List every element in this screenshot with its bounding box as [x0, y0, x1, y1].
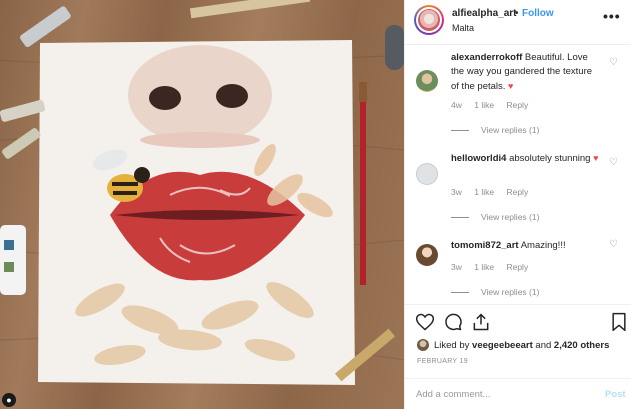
- comment-body: absolutely stunning: [509, 153, 591, 164]
- comment-icon[interactable]: [443, 312, 463, 332]
- post-side-panel: alfiealpha_art • Follow Malta ••• alexan…: [404, 0, 631, 409]
- likes-summary: Liked by veegeebeeart and 2,420 others: [417, 339, 609, 351]
- more-icon[interactable]: •••: [603, 8, 621, 24]
- view-replies-label: View replies (1): [481, 125, 540, 135]
- likes-count-link[interactable]: 2,420 others: [554, 340, 609, 351]
- view-replies-button[interactable]: View replies (1): [451, 287, 539, 297]
- comment-likes[interactable]: 1 like: [474, 262, 494, 272]
- replies-line: [451, 292, 469, 294]
- comment-text: tomomi872_art Amazing!!!: [451, 239, 601, 253]
- painting-illustration: [0, 0, 404, 385]
- post-comment-button[interactable]: Post: [605, 389, 626, 400]
- commenter-avatar[interactable]: [416, 163, 438, 185]
- comment-likes[interactable]: 1 like: [474, 187, 494, 197]
- replies-line: [451, 130, 469, 132]
- replies-line: [451, 217, 469, 219]
- heart-icon[interactable]: [415, 312, 435, 332]
- comment-age: 3w: [451, 187, 462, 197]
- comment-username[interactable]: tomomi872_art: [451, 240, 519, 251]
- post-location[interactable]: Malta: [452, 23, 474, 33]
- reply-button[interactable]: Reply: [506, 262, 528, 272]
- liked-by-and: and: [535, 339, 552, 351]
- liker-avatar[interactable]: [417, 339, 429, 351]
- heart-emoji: ♥: [593, 153, 599, 163]
- like-comment-icon[interactable]: ♡: [609, 157, 618, 168]
- follow-button[interactable]: Follow: [522, 8, 554, 19]
- liked-by-prefix: Liked by: [434, 339, 470, 351]
- comment-username[interactable]: alexanderrokoff: [451, 52, 522, 63]
- view-replies-button[interactable]: View replies (1): [451, 212, 539, 222]
- author-username[interactable]: alfiealpha_art: [452, 8, 516, 19]
- share-icon[interactable]: [471, 312, 491, 332]
- post-date[interactable]: FEBRUARY 19: [417, 358, 468, 365]
- commenter-avatar[interactable]: [416, 244, 438, 266]
- view-replies-label: View replies (1): [481, 287, 540, 297]
- post-header: alfiealpha_art • Follow Malta •••: [405, 0, 631, 45]
- comment-meta: 3w 1 like Reply: [451, 262, 538, 272]
- comment-text: helloworldi4 absolutely stunning ♥: [451, 151, 601, 166]
- bookmark-icon[interactable]: [609, 312, 629, 332]
- view-replies-label: View replies (1): [481, 212, 540, 222]
- liked-by-user[interactable]: veegeebeeart: [472, 340, 533, 351]
- comment-input[interactable]: Add a comment...: [416, 389, 490, 400]
- heart-emoji: ♥: [508, 81, 514, 91]
- comment-meta: 3w 1 like Reply: [451, 187, 538, 197]
- like-comment-icon[interactable]: ♡: [609, 57, 618, 68]
- post-actions: Liked by veegeebeeart and 2,420 others F…: [405, 304, 631, 384]
- comment-likes[interactable]: 1 like: [474, 100, 494, 110]
- view-replies-button[interactable]: View replies (1): [451, 125, 539, 135]
- reply-button[interactable]: Reply: [506, 100, 528, 110]
- separator-dot: •: [515, 8, 519, 19]
- comment-username[interactable]: helloworldi4: [451, 153, 506, 164]
- post-photo[interactable]: ●: [0, 0, 404, 409]
- author-avatar[interactable]: [414, 5, 444, 35]
- comment-age: 4w: [451, 100, 462, 110]
- reply-button[interactable]: Reply: [506, 187, 528, 197]
- comment-age: 3w: [451, 262, 462, 272]
- comment-text: alexanderrokoff Beautiful. Love the way …: [451, 51, 601, 94]
- like-comment-icon[interactable]: ♡: [609, 239, 618, 250]
- commenter-avatar[interactable]: [416, 70, 438, 92]
- user-tag-icon[interactable]: ●: [2, 393, 16, 407]
- comments-list: alexanderrokoff Beautiful. Love the way …: [405, 46, 631, 304]
- add-comment-bar: Add a comment... Post: [405, 378, 631, 409]
- comment-body: Amazing!!!: [520, 240, 566, 251]
- comment-meta: 4w 1 like Reply: [451, 100, 538, 110]
